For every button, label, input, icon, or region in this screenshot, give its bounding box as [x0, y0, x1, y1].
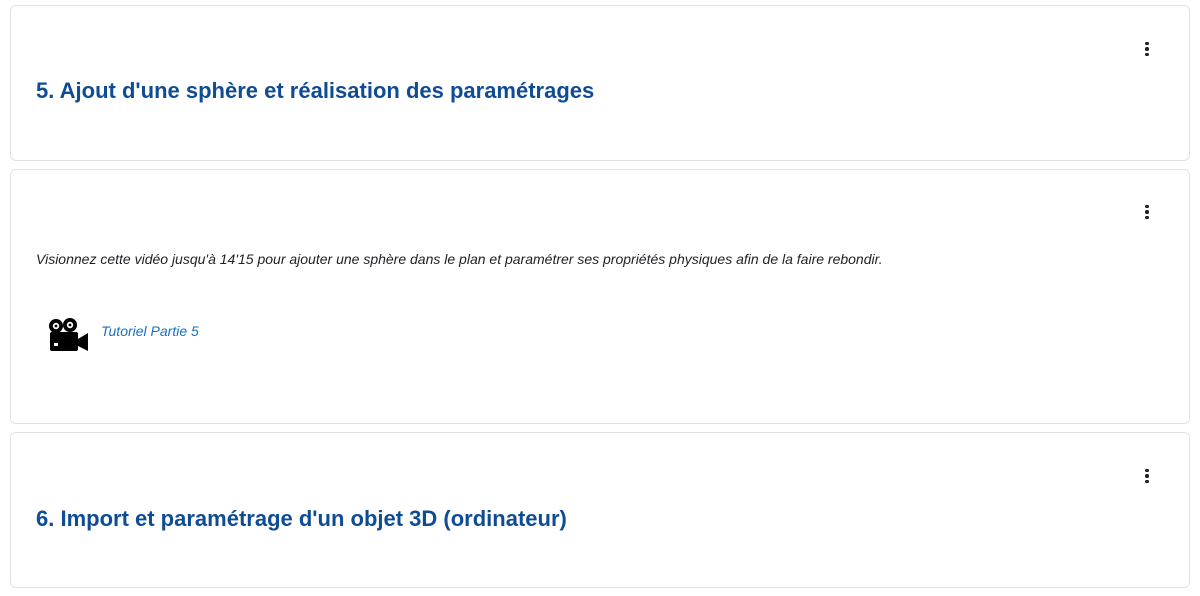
activity-item[interactable]: Tutoriel Partie 5 — [47, 318, 199, 352]
section-card-5: 5. Ajout d'une sphère et réalisation des… — [10, 5, 1190, 161]
ellipsis-dot — [1145, 468, 1149, 473]
ellipsis-dot — [1145, 215, 1149, 220]
ellipsis-dot — [1145, 204, 1149, 209]
ellipsis-dot — [1145, 47, 1149, 51]
ellipsis-dot — [1145, 52, 1149, 57]
ellipsis-dot — [1145, 41, 1149, 46]
activity-menu-button[interactable] — [1139, 202, 1155, 222]
video-camera-icon[interactable] — [47, 318, 89, 352]
ellipsis-dot — [1145, 479, 1149, 484]
activity-card: Visionnez cette vidéo jusqu'à 14'15 pour… — [10, 169, 1190, 424]
ellipsis-dot — [1145, 210, 1149, 214]
section-menu-button[interactable] — [1139, 39, 1155, 59]
section-card-6: 6. Import et paramétrage d'un objet 3D (… — [10, 432, 1190, 588]
ellipsis-dot — [1145, 474, 1149, 478]
activity-description: Visionnez cette vidéo jusqu'à 14'15 pour… — [36, 251, 883, 267]
section-title[interactable]: 6. Import et paramétrage d'un objet 3D (… — [36, 506, 567, 532]
section-menu-button[interactable] — [1139, 466, 1155, 486]
tutorial-link[interactable]: Tutoriel Partie 5 — [101, 323, 199, 339]
section-title[interactable]: 5. Ajout d'une sphère et réalisation des… — [36, 78, 594, 104]
